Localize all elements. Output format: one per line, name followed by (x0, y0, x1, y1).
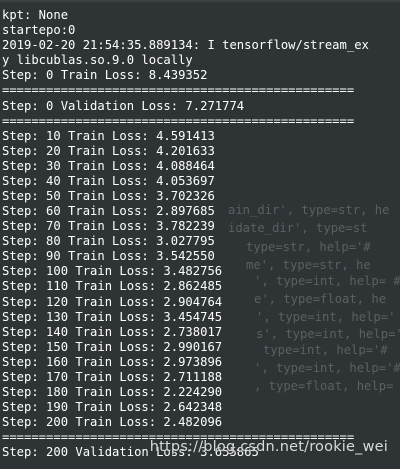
watermark: https://blog.csdn.net/rookie_wei (149, 439, 388, 455)
terminal-line: Step: 80 Train Loss: 3.027795 (2, 234, 215, 249)
terminal-line: Step: 130 Train Loss: 3.454745 (2, 309, 223, 324)
terminal-line: Step: 180 Train Loss: 2.224290 (2, 385, 223, 400)
terminal-line: ========================================… (2, 113, 355, 128)
terminal-line: Step: 70 Train Loss: 3.782239 (2, 219, 215, 234)
terminal-line: Step: 190 Train Loss: 2.642348 (2, 400, 223, 415)
terminal-line: Step: 0 Validation Loss: 7.271774 (2, 98, 245, 113)
terminal-line: kpt: None (2, 8, 69, 23)
terminal-line: Step: 90 Train Loss: 3.542550 (2, 249, 215, 264)
terminal-line: Step: 50 Train Loss: 3.702326 (2, 189, 215, 204)
terminal-line: Step: 170 Train Loss: 2.711188 (2, 369, 223, 384)
terminal-line: Step: 10 Train Loss: 4.591413 (2, 128, 215, 143)
terminal-line: Step: 60 Train Loss: 2.897685 (2, 204, 215, 219)
terminal-line: Step: 30 Train Loss: 4.088464 (2, 158, 215, 173)
terminal-line: Step: 150 Train Loss: 2.990167 (2, 339, 223, 354)
terminal-line: startepo:0 (2, 23, 76, 38)
terminal-line-partial (2, 0, 400, 8)
terminal-line: Step: 200 Train Loss: 2.482096 (2, 415, 223, 430)
terminal-line: Step: 100 Train Loss: 3.482756 (2, 264, 223, 279)
terminal-line: Step: 160 Train Loss: 2.973896 (2, 354, 223, 369)
terminal-line: ========================================… (2, 83, 355, 98)
terminal-line: Step: 20 Train Loss: 4.201633 (2, 143, 215, 158)
terminal-line: Step: 120 Train Loss: 2.904764 (2, 294, 223, 309)
terminal-line: Step: 110 Train Loss: 2.862485 (2, 279, 223, 294)
terminal-line: Step: 0 Train Loss: 8.439352 (2, 68, 208, 83)
terminal-line: Step: 40 Train Loss: 4.053697 (2, 173, 215, 188)
terminal-line: y libcublas.so.9.0 locally (2, 53, 193, 68)
terminal-line: Step: 140 Train Loss: 2.738017 (2, 324, 223, 339)
terminal-line: 2019-02-20 21:54:35.889134: I tensorflow… (2, 38, 369, 53)
terminal-output[interactable]: kpt: None startepo:0 2019-02-20 21:54:35.8… (2, 0, 400, 460)
